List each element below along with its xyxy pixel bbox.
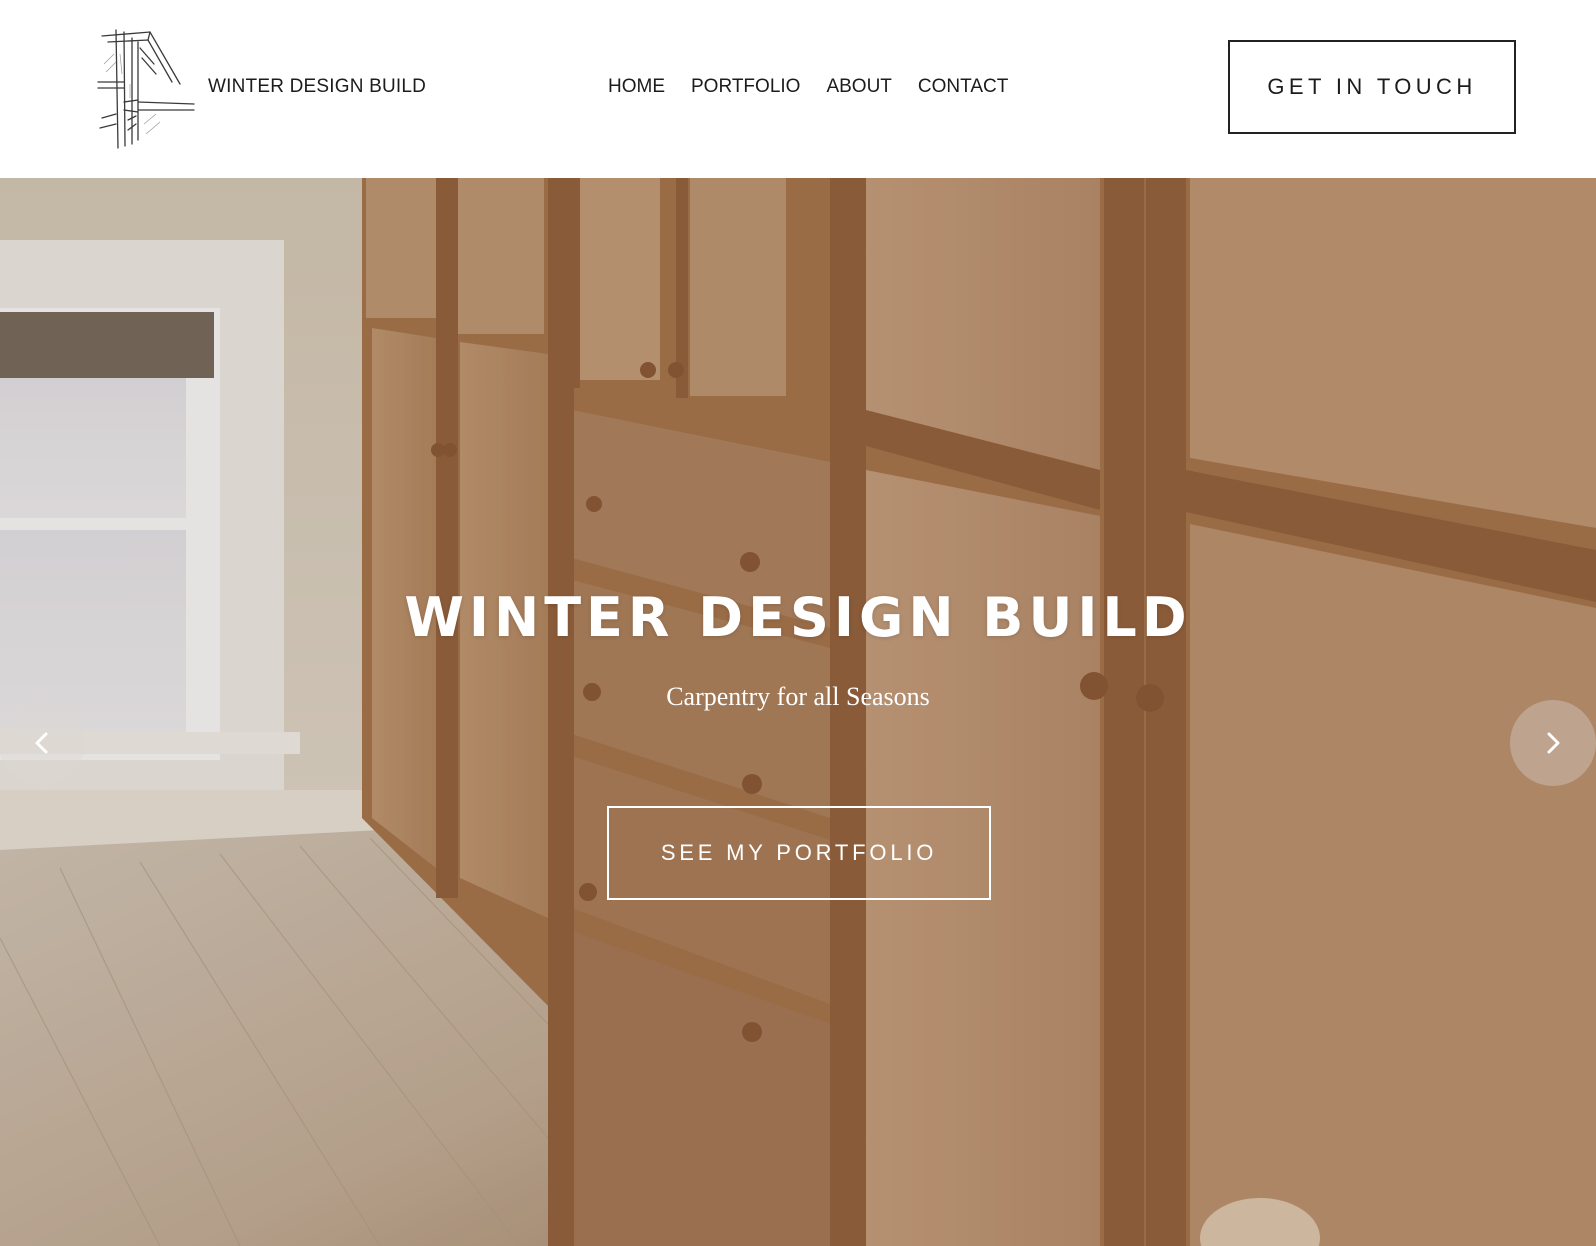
hero-slideshow: WINTER DESIGN BUILD Carpentry for all Se… bbox=[0, 178, 1596, 1246]
nav-contact[interactable]: CONTACT bbox=[918, 76, 1008, 98]
see-portfolio-button[interactable]: SEE MY PORTFOLIO bbox=[607, 806, 991, 900]
site-header: WINTER DESIGN BUILD HOME PORTFOLIO ABOUT… bbox=[0, 0, 1596, 178]
next-slide-button[interactable] bbox=[1510, 700, 1596, 786]
hero-subtitle: Carpentry for all Seasons bbox=[666, 682, 930, 711]
chevron-right-icon bbox=[1547, 732, 1560, 754]
nav-portfolio[interactable]: PORTFOLIO bbox=[691, 76, 800, 98]
previous-slide-button[interactable] bbox=[0, 700, 85, 786]
timber-frame-logo-icon[interactable] bbox=[94, 24, 198, 152]
nav-about[interactable]: ABOUT bbox=[826, 76, 891, 98]
main-nav: HOME PORTFOLIO ABOUT CONTACT bbox=[608, 76, 1008, 98]
get-in-touch-button[interactable]: GET IN TOUCH bbox=[1228, 40, 1516, 134]
chevron-left-icon bbox=[35, 732, 48, 754]
nav-home[interactable]: HOME bbox=[608, 76, 665, 98]
brand-name[interactable]: WINTER DESIGN BUILD bbox=[208, 76, 426, 98]
hero-overlay bbox=[0, 178, 1596, 1246]
hero-title: WINTER DESIGN BUILD bbox=[404, 586, 1192, 649]
